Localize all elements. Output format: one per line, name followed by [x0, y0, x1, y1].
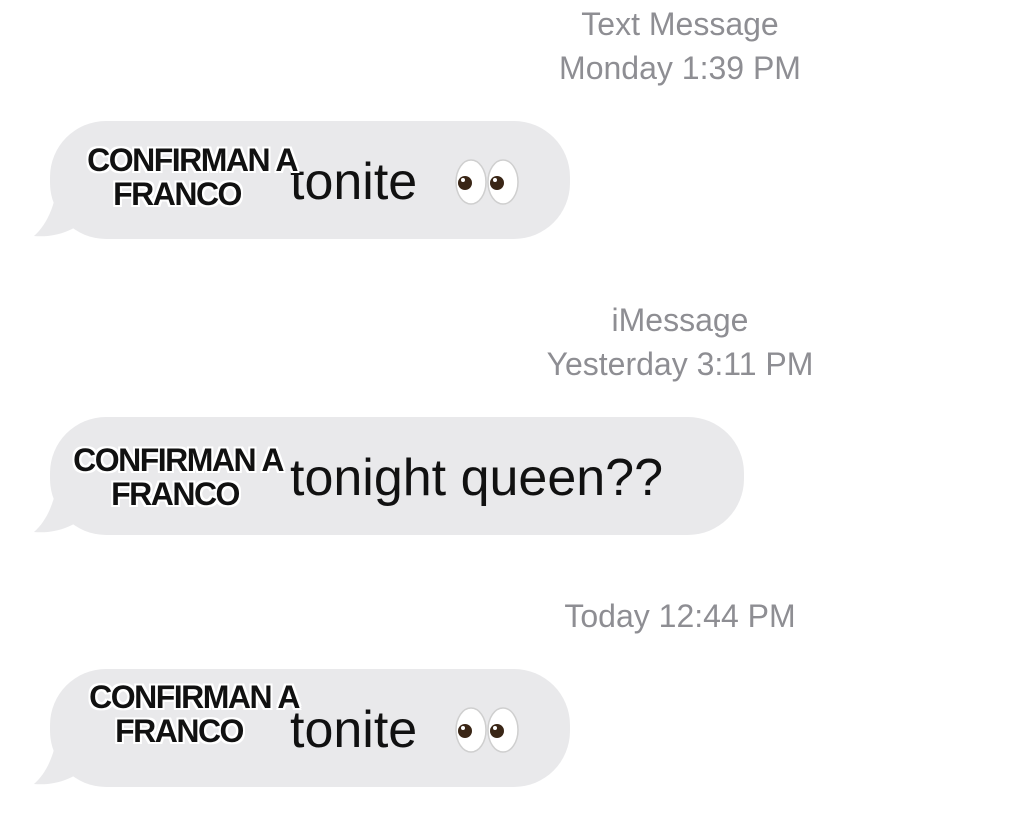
- overlay-caption: CONFIRMAN A FRANCO: [73, 442, 284, 512]
- overlay-caption: CONFIRMAN A FRANCO: [89, 679, 300, 749]
- timestamp: Monday 1:39 PM: [559, 50, 801, 86]
- timestamp: Today 12:44 PM: [564, 598, 796, 634]
- timestamp: Yesterday 3:11 PM: [546, 346, 814, 382]
- service-label: iMessage: [611, 302, 749, 338]
- message-text: tonight queen??: [290, 449, 664, 507]
- eyes-emoji-icon: [455, 707, 519, 753]
- overlay-caption: CONFIRMAN A FRANCO: [87, 142, 298, 212]
- service-label: Text Message: [581, 6, 779, 42]
- eyes-emoji-icon: [455, 159, 519, 205]
